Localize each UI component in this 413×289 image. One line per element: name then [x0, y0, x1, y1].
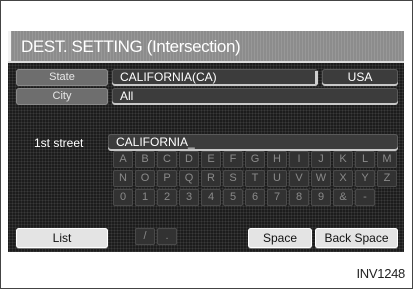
- key-S[interactable]: S: [223, 170, 243, 187]
- state-value: CALIFORNIA(CA): [120, 70, 217, 84]
- key-slash[interactable]: /: [135, 228, 155, 245]
- key-C[interactable]: C: [157, 151, 177, 168]
- key-Q[interactable]: Q: [179, 170, 199, 187]
- street-input[interactable]: CALIFORNIA_: [108, 134, 398, 151]
- screen-title: DEST. SETTING (Intersection): [21, 37, 241, 56]
- key-U[interactable]: U: [267, 170, 287, 187]
- key-Z[interactable]: Z: [377, 170, 397, 187]
- country-field[interactable]: USA: [322, 69, 398, 86]
- key-R[interactable]: R: [201, 170, 221, 187]
- city-field[interactable]: All: [112, 88, 398, 105]
- key-M[interactable]: M: [377, 151, 397, 168]
- street-label: 1st street: [34, 136, 84, 150]
- field-separator: [315, 71, 318, 84]
- key-B[interactable]: B: [135, 151, 155, 168]
- key-H[interactable]: H: [267, 151, 287, 168]
- back-space-button[interactable]: Back Space: [315, 228, 398, 248]
- key-D[interactable]: D: [179, 151, 199, 168]
- city-label: City: [16, 88, 108, 105]
- key-L[interactable]: L: [355, 151, 375, 168]
- key-X[interactable]: X: [333, 170, 353, 187]
- key-W[interactable]: W: [311, 170, 331, 187]
- key-V[interactable]: V: [289, 170, 309, 187]
- list-button[interactable]: List: [16, 228, 108, 248]
- space-button[interactable]: Space: [248, 228, 312, 248]
- key-I[interactable]: I: [289, 151, 309, 168]
- title-accent: [8, 31, 11, 61]
- key-1[interactable]: 1: [135, 189, 155, 206]
- key-O[interactable]: O: [135, 170, 155, 187]
- key-7[interactable]: 7: [267, 189, 287, 206]
- country-value: USA: [347, 70, 373, 84]
- key-5[interactable]: 5: [223, 189, 243, 206]
- key-K[interactable]: K: [333, 151, 353, 168]
- key-8[interactable]: 8: [289, 189, 309, 206]
- key-J[interactable]: J: [311, 151, 331, 168]
- key-N[interactable]: N: [113, 170, 133, 187]
- character-keyboard: A B C D E F G H I J K L M N O P Q R S T U V W X Y Z 0 1 2 3 4 5 6 7 8 9 & - /.: [113, 151, 399, 245]
- title-bar: DEST. SETTING (Intersection): [8, 31, 404, 63]
- key-4[interactable]: 4: [201, 189, 221, 206]
- key-period[interactable]: .: [157, 228, 177, 245]
- key--[interactable]: -: [355, 189, 375, 206]
- key-2[interactable]: 2: [157, 189, 177, 206]
- key-G[interactable]: G: [245, 151, 265, 168]
- key-3[interactable]: 3: [179, 189, 199, 206]
- key-T[interactable]: T: [245, 170, 265, 187]
- key-6[interactable]: 6: [245, 189, 265, 206]
- key-F[interactable]: F: [223, 151, 243, 168]
- figure-code: INV1248: [356, 266, 406, 281]
- key-P[interactable]: P: [157, 170, 177, 187]
- state-label: State: [16, 69, 108, 86]
- city-value: All: [120, 89, 134, 103]
- key-Y[interactable]: Y: [355, 170, 375, 187]
- key-A[interactable]: A: [113, 151, 133, 168]
- key-E[interactable]: E: [201, 151, 221, 168]
- state-field[interactable]: CALIFORNIA(CA): [112, 69, 318, 86]
- key-9[interactable]: 9: [311, 189, 331, 206]
- key-&[interactable]: &: [333, 189, 353, 206]
- street-value: CALIFORNIA_: [116, 135, 195, 149]
- key-0[interactable]: 0: [113, 189, 133, 206]
